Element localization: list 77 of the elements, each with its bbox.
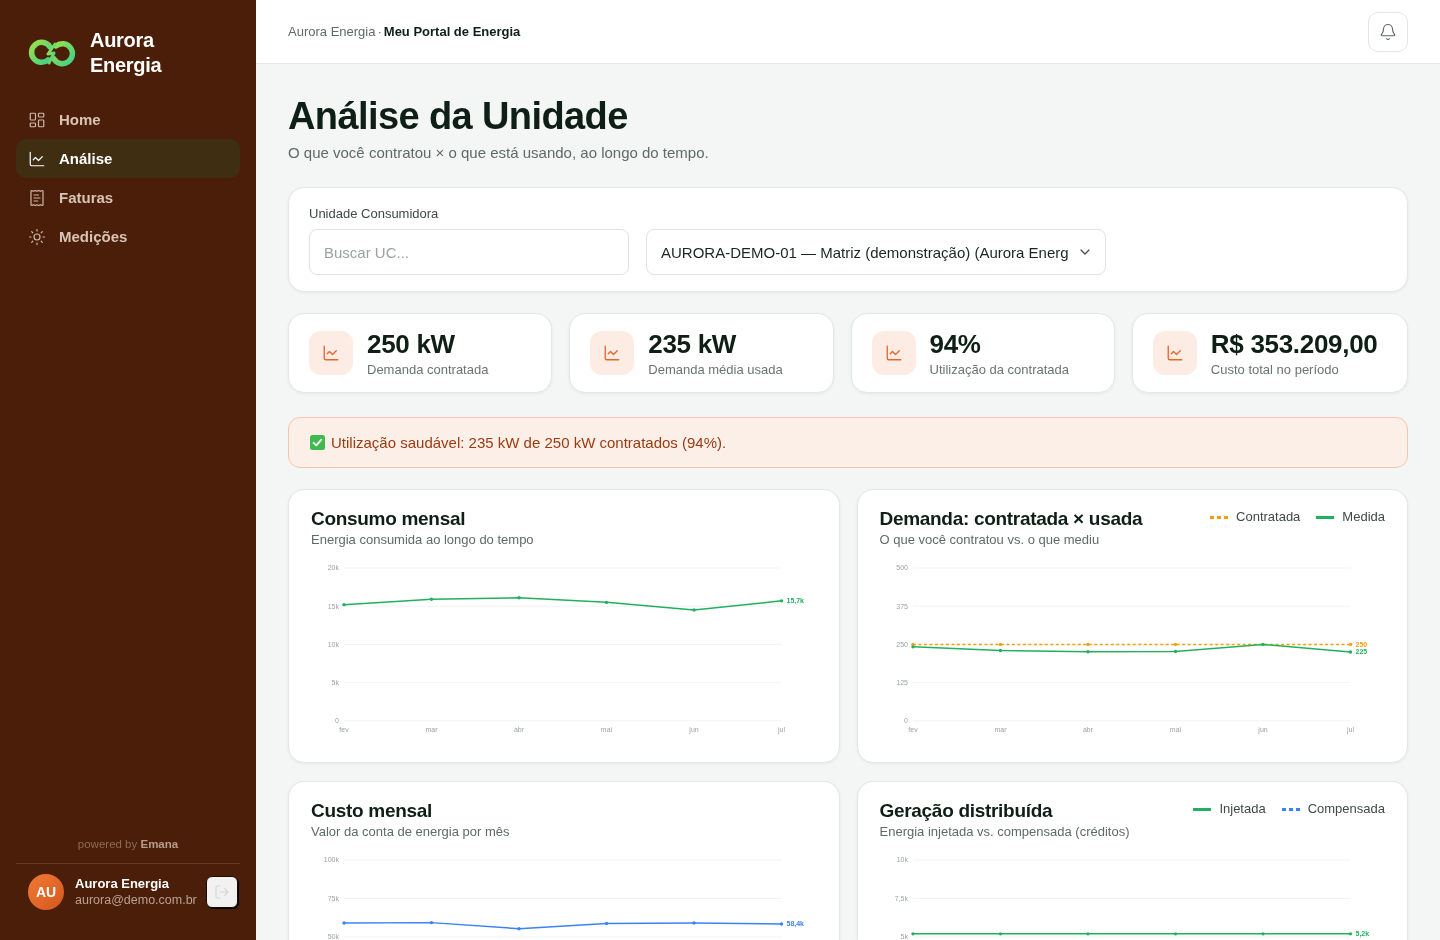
data-point xyxy=(1348,642,1352,647)
search-field[interactable]: Buscar UC... xyxy=(309,229,629,275)
data-point xyxy=(692,921,696,925)
nav-item[interactable]: Faturas xyxy=(16,178,240,217)
legend-label: Contratada xyxy=(1236,508,1301,526)
powered-by-text: powered by Emana xyxy=(76,838,180,850)
kpi-label: Demanda média usada xyxy=(648,360,783,378)
kpi-label: Custo total no período xyxy=(1210,360,1340,378)
brand-name: Aurora Energia xyxy=(90,28,163,78)
data-point xyxy=(1348,650,1352,654)
data-point xyxy=(1173,642,1177,647)
receipt-icon xyxy=(28,188,46,207)
user-avatar: AU xyxy=(28,874,64,910)
data-point xyxy=(1173,932,1177,936)
kpi-label: Utilização da contratada xyxy=(929,360,1070,378)
notifications-button[interactable] xyxy=(1368,11,1408,52)
line-chart-icon xyxy=(28,149,46,168)
logout-button[interactable] xyxy=(206,876,238,908)
kpi-value: R$ 353.209,00 xyxy=(1210,328,1378,359)
data-point xyxy=(998,932,1002,936)
chart-title: Demanda: contratada × usada xyxy=(879,507,1143,531)
data-point xyxy=(1173,649,1177,654)
data-point xyxy=(779,599,784,603)
page-subtitle: O que você contratou × o que está usando, ao longo do tempo. xyxy=(288,143,710,163)
user-name: Aurora Energia xyxy=(75,876,170,892)
user-email: aurora@demo.com.br xyxy=(75,892,195,908)
nav-item[interactable]: Medições xyxy=(16,217,240,256)
breadcrumb-current: Meu Portal de Energia xyxy=(383,24,521,39)
chart-title: Custo mensal xyxy=(311,799,433,823)
chart-title: Consumo mensal xyxy=(311,507,467,531)
data-point xyxy=(604,600,609,605)
nav-item[interactable]: Home xyxy=(16,100,240,139)
data-point xyxy=(604,921,609,926)
alert-text: Utilização saudável: 235 kW de 250 kW contratados (94%). xyxy=(331,434,727,451)
bell-icon xyxy=(1379,22,1397,41)
chart-subtitle: Energia consumida ao longo do tempo xyxy=(311,531,534,549)
data-point xyxy=(429,920,434,925)
legend-label: Medida xyxy=(1342,508,1385,526)
nav-item[interactable]: Análise xyxy=(16,139,240,178)
legend-label: Injetada xyxy=(1219,800,1266,818)
chart-subtitle: O que você contratou vs. o que mediu xyxy=(879,531,1101,549)
data-point xyxy=(429,597,434,601)
data-point xyxy=(342,602,346,607)
data-point xyxy=(1348,932,1352,936)
data-point xyxy=(692,608,696,612)
data-point xyxy=(1260,932,1265,936)
field-label: Unidade Consumidora xyxy=(309,205,440,223)
data-point xyxy=(1260,642,1265,647)
page-title: Análise da Unidade xyxy=(288,94,629,139)
kpi-value: 235 kW xyxy=(648,328,738,359)
kpi-value: 94% xyxy=(929,328,982,359)
dashboard-icon xyxy=(28,110,46,129)
check-icon xyxy=(310,435,325,450)
logo-icon xyxy=(26,38,78,68)
breadcrumb-item[interactable]: Aurora Energia xyxy=(288,24,376,39)
line-chart-icon xyxy=(590,331,635,375)
data-point xyxy=(1085,642,1090,647)
kpi-label: Demanda contratada xyxy=(367,360,489,378)
data-point xyxy=(517,927,521,931)
line-chart-icon xyxy=(1152,331,1197,375)
legend-label: Compensada xyxy=(1307,800,1385,818)
unit-select[interactable]: AURORA-DEMO-01 — Matriz (demonstração) (Aurora Energ xyxy=(646,229,1106,275)
sun-icon xyxy=(28,227,46,246)
line-chart-icon xyxy=(309,331,353,375)
line-chart-icon xyxy=(871,331,916,375)
data-point xyxy=(342,921,346,925)
kpi-value: 250 kW xyxy=(367,328,456,359)
data-point xyxy=(1085,932,1090,936)
data-point xyxy=(517,596,521,600)
data-point xyxy=(779,922,784,926)
chart-title: Geração distribuída xyxy=(879,799,1054,823)
data-point xyxy=(910,932,915,936)
data-point xyxy=(1085,650,1090,654)
chart-subtitle: Energia injetada vs. compensada (créditos) xyxy=(879,823,1130,841)
breadcrumb-separator: · xyxy=(377,24,382,39)
chart-subtitle: Valor da conta de energia por mês xyxy=(311,823,510,841)
logout-icon xyxy=(214,884,230,900)
